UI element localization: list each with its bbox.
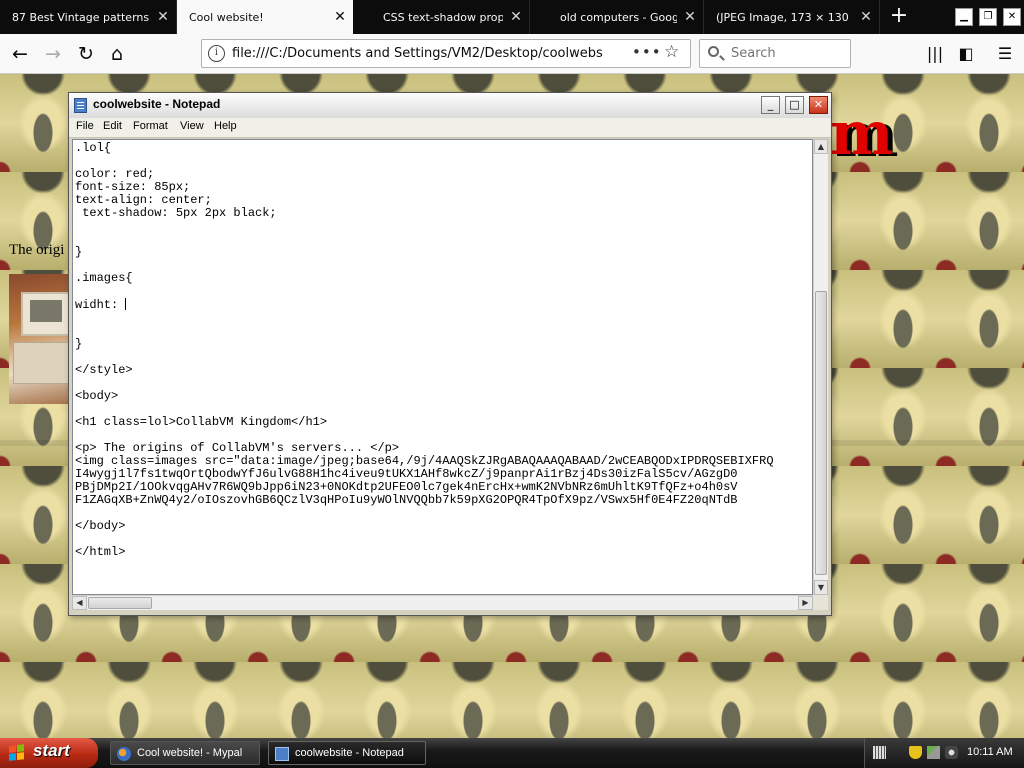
tab-close-icon[interactable]: ✕ <box>150 9 176 25</box>
clock[interactable]: 10:11 AM <box>967 746 1013 758</box>
tab-old-computers[interactable]: old computers - Google S ✕ <box>548 0 704 34</box>
sidebar-icon[interactable]: ◧ <box>952 40 980 68</box>
notepad-line: <h1 class=lol>CollabVM Kingdom</h1> <box>75 415 328 429</box>
menu-help[interactable]: Help <box>214 120 237 132</box>
address-bar[interactable]: i file:///C:/Documents and Settings/VM2/… <box>201 39 691 68</box>
scroll-right-icon[interactable]: ▶ <box>798 596 813 610</box>
notepad-line: I4wygj1l7fs1twqOrtQbodwYfJ6ulvG88H1hc4iv… <box>75 467 738 481</box>
notepad-line: widht: <box>75 298 126 312</box>
menu-view[interactable]: View <box>180 120 204 132</box>
browser-app-icon <box>117 747 131 761</box>
start-button[interactable]: start <box>0 738 98 768</box>
reload-icon[interactable]: ↻ <box>72 40 100 68</box>
keyboard-icon[interactable] <box>873 746 886 759</box>
search-input[interactable]: Search <box>699 39 851 68</box>
notepad-line: </body> <box>75 519 126 533</box>
bookmark-star-icon[interactable]: ☆ <box>664 42 679 62</box>
tab-title: (JPEG Image, 173 × 130 pixels) <box>716 10 853 24</box>
page-actions-icon[interactable]: ••• <box>632 43 662 61</box>
notepad-line: } <box>75 337 83 351</box>
tab-close-icon[interactable]: ✕ <box>327 9 353 25</box>
notepad-app-icon <box>74 98 87 113</box>
notepad-line: PBjDMp2I/1OOkvqgAHv7R6WQ9bJpp6iN23+0NOKd… <box>75 480 738 494</box>
url-text[interactable]: file:///C:/Documents and Settings/VM2/De… <box>232 46 602 61</box>
scroll-left-icon[interactable]: ◀ <box>72 596 87 610</box>
tab-title: Cool website! <box>189 10 264 24</box>
taskbar-item-mypal[interactable]: Cool website! - Mypal <box>110 741 260 765</box>
task-label: Cool website! - Mypal <box>137 747 243 759</box>
tab-title: old computers - Google S <box>560 10 677 24</box>
tab-title: CSS text-shadow property <box>383 10 503 24</box>
tab-title: 87 Best Vintage patterns <box>12 10 150 24</box>
notepad-line: </html> <box>75 545 126 559</box>
notepad-window[interactable]: coolwebsite - Notepad _ □ ✕ File Edit Fo… <box>68 92 832 616</box>
scroll-up-icon[interactable]: ▲ <box>814 139 828 154</box>
search-placeholder: Search <box>731 46 776 61</box>
notepad-line: text-shadow: 5px 2px black; <box>75 206 277 220</box>
start-label: start <box>33 741 70 760</box>
taskbar-item-notepad[interactable]: coolwebsite - Notepad <box>268 741 426 765</box>
notepad-menu-bar: File Edit Format View Help <box>69 118 831 138</box>
security-shield-icon[interactable] <box>909 746 922 759</box>
horizontal-scrollbar[interactable]: ◀ ▶ <box>72 595 813 610</box>
maximize-button[interactable]: ❐ <box>979 8 997 26</box>
menu-edit[interactable]: Edit <box>103 120 122 132</box>
notepad-line: text-align: center; <box>75 193 212 207</box>
vertical-scrollbar[interactable]: ▲ ▼ <box>813 139 828 595</box>
tab-cool-website[interactable]: Cool website! ✕ <box>177 0 353 34</box>
notepad-close-button[interactable]: ✕ <box>809 96 828 114</box>
notepad-minimize-button[interactable]: _ <box>761 96 780 114</box>
notepad-line: <p> The origins of CollabVM's servers...… <box>75 441 400 455</box>
notepad-text-area[interactable]: .lol{ color: red; font-size: 85px; text-… <box>72 139 813 595</box>
volume-icon[interactable] <box>945 746 958 759</box>
notepad-line: color: red; <box>75 167 155 181</box>
tab-close-icon[interactable]: ✕ <box>677 9 703 25</box>
back-arrow-icon[interactable]: ← <box>6 40 34 68</box>
notepad-line: </style> <box>75 363 133 377</box>
notepad-line: .lol{ <box>75 141 112 155</box>
browser-nav-bar: ← → ↻ ⌂ i file:///C:/Documents and Setti… <box>0 34 1024 74</box>
horizontal-scroll-thumb[interactable] <box>88 597 152 609</box>
notepad-title: coolwebsite - Notepad <box>93 97 221 111</box>
minimize-button[interactable]: ▁ <box>955 8 973 26</box>
forward-arrow-icon[interactable]: → <box>39 40 67 68</box>
task-label: coolwebsite - Notepad <box>295 747 404 759</box>
site-info-icon[interactable]: i <box>208 45 225 62</box>
search-icon <box>708 46 719 57</box>
notepad-line: <img class=images src="data:image/jpeg;b… <box>75 454 774 468</box>
tab-css-text-shadow[interactable]: CSS text-shadow property ✕ <box>371 0 530 34</box>
tab-close-icon[interactable]: ✕ <box>853 9 879 25</box>
page-heading: m <box>830 99 894 169</box>
home-icon[interactable]: ⌂ <box>103 40 131 68</box>
network-icon[interactable] <box>927 746 940 759</box>
page-paragraph: The origi <box>9 242 65 258</box>
system-tray: 10:11 AM <box>864 738 1024 768</box>
notepad-line: .images{ <box>75 271 133 285</box>
notepad-maximize-button[interactable]: □ <box>785 96 804 114</box>
tab-vintage-patterns[interactable]: 87 Best Vintage patterns ✕ <box>0 0 177 34</box>
notepad-line: } <box>75 245 83 259</box>
library-icon[interactable]: ||| <box>921 40 949 68</box>
menu-file[interactable]: File <box>76 120 94 132</box>
new-tab-button[interactable]: + <box>886 4 912 30</box>
vertical-scroll-thumb[interactable] <box>815 291 827 575</box>
close-button[interactable]: ✕ <box>1003 8 1021 26</box>
text-caret <box>125 298 127 310</box>
notepad-line: <body> <box>75 389 119 403</box>
tab-close-icon[interactable]: ✕ <box>503 9 529 25</box>
resize-grip[interactable] <box>813 595 828 610</box>
menu-icon[interactable]: ☰ <box>991 40 1019 68</box>
notepad-line: F1ZAGqXB+ZnWQ4y2/oIOszovhGB6QCzlV3qHPoIu… <box>75 493 738 507</box>
computer-monitor-shape <box>21 292 75 336</box>
notepad-app-icon <box>275 747 289 761</box>
menu-format[interactable]: Format <box>133 120 168 132</box>
tab-jpeg-image[interactable]: (JPEG Image, 173 × 130 pixels) ✕ <box>704 0 880 34</box>
scroll-down-icon[interactable]: ▼ <box>814 580 828 595</box>
notepad-line: font-size: 85px; <box>75 180 191 194</box>
windows-logo-icon <box>9 744 25 762</box>
notepad-text-content[interactable]: .lol{ color: red; font-size: 85px; text-… <box>73 140 812 559</box>
browser-tab-bar: 87 Best Vintage patterns ✕ Cool website!… <box>0 0 1024 34</box>
taskbar: start Cool website! - Mypal coolwebsite … <box>0 738 1024 768</box>
notepad-title-bar[interactable]: coolwebsite - Notepad _ □ ✕ <box>69 93 831 118</box>
